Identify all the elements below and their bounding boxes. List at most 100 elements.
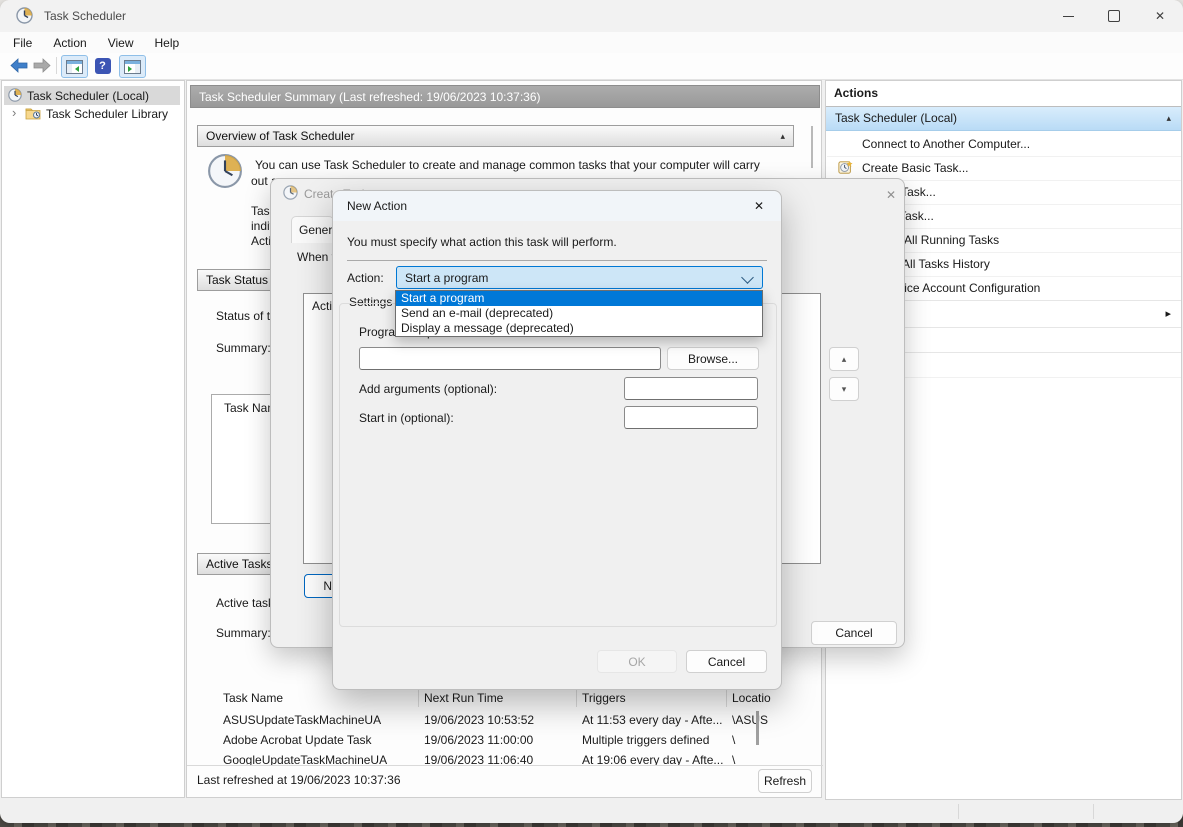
overview-clock-icon [207, 153, 243, 189]
actions-panel-title: Actions [834, 86, 878, 100]
folder-clock-icon [25, 106, 41, 120]
cell-task-name: ASUSUpdateTaskMachineUA [223, 713, 381, 727]
console-tree-panel: Task Scheduler (Local) › Task Scheduler … [1, 80, 185, 798]
app-clock-icon [16, 7, 33, 24]
refresh-button[interactable]: Refresh [758, 769, 812, 793]
task-status-title: Task Status [206, 273, 268, 287]
dialog-title: New Action [347, 199, 407, 213]
tree-item-label: Task Scheduler (Local) [27, 89, 149, 103]
action-pane-toggle-button[interactable] [119, 55, 146, 78]
cell-task-name: Adobe Acrobat Update Task [223, 733, 372, 747]
forward-icon[interactable] [33, 58, 51, 73]
tree-item-task-scheduler-local[interactable]: Task Scheduler (Local) [4, 86, 180, 105]
action-pane-icon [124, 60, 141, 74]
tab-label: General [299, 223, 334, 237]
actions-panel-header: Actions [826, 81, 1181, 107]
action-combobox[interactable]: Start a program [396, 266, 763, 289]
summary-header-bar: Task Scheduler Summary (Last refreshed: … [190, 85, 820, 108]
statusbar-divider [187, 765, 823, 766]
summary-header-text: Task Scheduler Summary (Last refreshed: … [199, 90, 541, 104]
column-divider[interactable] [726, 690, 727, 707]
combobox-value: Start a program [405, 271, 488, 285]
cell-location: \ [732, 753, 735, 765]
menu-action[interactable]: Action [53, 36, 97, 50]
column-header[interactable]: Location [732, 691, 771, 705]
last-refreshed-text: Last refreshed at 19/06/2023 10:37:36 [197, 773, 401, 787]
clock-icon [8, 88, 22, 102]
down-arrow-icon: ▾ [842, 384, 847, 395]
action-item-label: Connect to Another Computer... [862, 137, 1030, 151]
close-button[interactable]: ✕ [745, 194, 773, 218]
console-tree-icon [66, 60, 83, 74]
ok-button[interactable]: OK [597, 650, 677, 673]
close-button[interactable]: ✕ [1137, 0, 1183, 32]
close-icon: ✕ [754, 199, 764, 213]
action-item-label: Create Basic Task... [862, 161, 969, 175]
table-scrollbar[interactable] [756, 711, 759, 745]
cell-next-run: 19/06/2023 11:06:40 [424, 753, 533, 765]
minimize-button[interactable] [1045, 0, 1091, 32]
column-divider[interactable] [418, 690, 419, 707]
browse-button[interactable]: Browse... [667, 347, 759, 370]
overview-description-line1: You can use Task Scheduler to create and… [255, 158, 760, 172]
cell-location: \ASUS [732, 713, 768, 727]
create-basic-task-icon [838, 160, 853, 175]
actions-group-label: Task Scheduler (Local) [835, 111, 957, 125]
cancel-button[interactable]: Cancel [811, 621, 897, 645]
move-up-button[interactable]: ▴ [829, 347, 859, 371]
up-arrow-icon: ▴ [842, 354, 847, 365]
collapse-icon[interactable]: ▴ [780, 131, 785, 142]
console-tree-toggle-button[interactable] [61, 55, 88, 78]
overview-section-title: Overview of Task Scheduler [206, 129, 355, 143]
cell-task-name: GoogleUpdateTaskMachineUA [223, 753, 387, 765]
back-icon[interactable] [10, 58, 28, 73]
add-arguments-input[interactable] [624, 377, 758, 400]
move-down-button[interactable]: ▾ [829, 377, 859, 401]
close-icon: ✕ [886, 188, 896, 202]
dropdown-option-display-message[interactable]: Display a message (deprecated) [396, 321, 762, 336]
maximize-icon [1108, 10, 1120, 22]
menu-file[interactable]: File [13, 36, 43, 50]
expand-chevron-icon[interactable]: › [12, 105, 16, 120]
start-in-input[interactable] [624, 406, 758, 429]
add-arguments-label: Add arguments (optional): [359, 382, 497, 396]
actions-group-header[interactable]: Task Scheduler (Local) ▴ [826, 107, 1181, 131]
dialog-title-bar: New Action ✕ [333, 191, 781, 221]
window-title: Task Scheduler [44, 9, 126, 23]
overview-section-header[interactable]: Overview of Task Scheduler ▴ [197, 125, 794, 147]
close-button[interactable]: ✕ [877, 183, 905, 207]
panel-scrollbar[interactable] [811, 126, 813, 168]
menu-help[interactable]: Help [155, 36, 191, 50]
task-scheduler-window: Task Scheduler ✕ File Action View Help ?… [0, 0, 1183, 823]
close-icon: ✕ [1155, 9, 1165, 23]
title-bar: Task Scheduler ✕ [0, 0, 1183, 32]
help-button[interactable]: ? [90, 55, 115, 76]
active-tasks-table: Task Name Next Run Time Triggers Locatio… [211, 689, 771, 765]
divider [347, 260, 767, 261]
tree-item-task-scheduler-library[interactable]: Task Scheduler Library [46, 107, 168, 121]
menu-bar: File Action View Help [0, 32, 1183, 53]
column-header[interactable]: Task Name [223, 691, 283, 705]
action-item-connect[interactable]: Connect to Another Computer... [827, 132, 1181, 157]
column-divider[interactable] [576, 690, 577, 707]
minimize-icon [1063, 16, 1074, 17]
toolbar-separator [56, 57, 57, 74]
dropdown-option-start-program[interactable]: Start a program [396, 291, 762, 306]
cancel-button[interactable]: Cancel [686, 650, 767, 673]
column-header[interactable]: Triggers [582, 691, 626, 705]
action-label: Action: [347, 271, 384, 285]
tab-general[interactable]: General [291, 216, 334, 243]
dialog-clock-icon [283, 185, 298, 200]
column-header[interactable]: Next Run Time [424, 691, 503, 705]
menu-view[interactable]: View [108, 36, 145, 50]
chevron-down-icon [741, 271, 754, 284]
dropdown-option-send-email[interactable]: Send an e-mail (deprecated) [396, 306, 762, 321]
submenu-arrow-icon: ▸ [1165, 307, 1171, 320]
maximize-button[interactable] [1091, 0, 1137, 32]
instruction-text: You must specify what action this task w… [347, 235, 617, 249]
cell-triggers: At 11:53 every day - Afte... [582, 713, 723, 727]
collapse-icon[interactable]: ▴ [1166, 113, 1171, 124]
status-strip-divider [958, 804, 959, 819]
cell-triggers: Multiple triggers defined [582, 733, 709, 747]
program-script-input[interactable] [359, 347, 661, 370]
